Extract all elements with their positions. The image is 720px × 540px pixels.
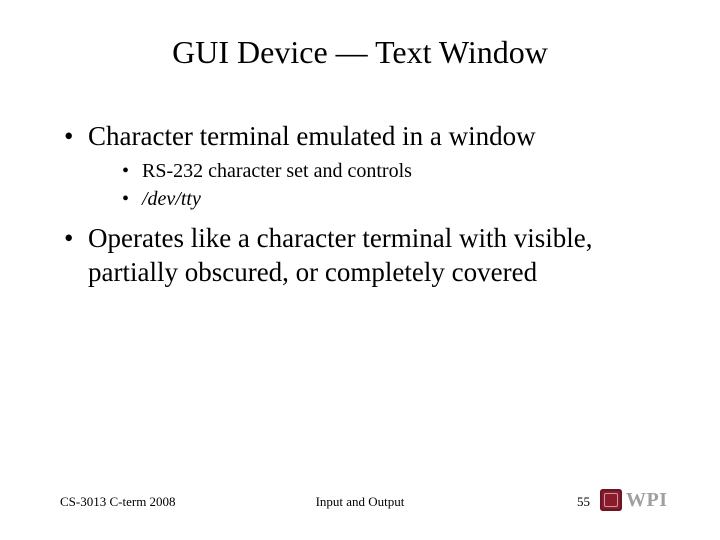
wpi-logo: WPI: [600, 486, 690, 514]
wpi-logo-text: WPI: [626, 489, 668, 512]
footer-page-number: 55: [577, 494, 590, 510]
slide-body: Character terminal emulated in a window …: [60, 120, 660, 295]
slide-footer: CS-3013 C-term 2008 Input and Output 55 …: [0, 480, 720, 510]
sub-bullet-item: RS-232 character set and controls: [120, 158, 660, 184]
bullet-item: Character terminal emulated in a window …: [60, 120, 660, 212]
bullet-list: Character terminal emulated in a window …: [60, 120, 660, 289]
sub-bullet-text: RS-232 character set and controls: [142, 160, 412, 182]
slide-title: GUI Device — Text Window: [0, 34, 720, 71]
sub-bullet-list: RS-232 character set and controls /dev/t…: [88, 158, 660, 212]
bullet-item: Operates like a character terminal with …: [60, 222, 660, 290]
bullet-text: Operates like a character terminal with …: [88, 223, 593, 287]
slide: GUI Device — Text Window Character termi…: [0, 0, 720, 540]
sub-bullet-item: /dev/tty: [120, 186, 660, 212]
sub-bullet-text: /dev/tty: [142, 188, 201, 210]
bullet-text: Character terminal emulated in a window: [88, 121, 536, 151]
wpi-seal-icon: [600, 489, 622, 511]
